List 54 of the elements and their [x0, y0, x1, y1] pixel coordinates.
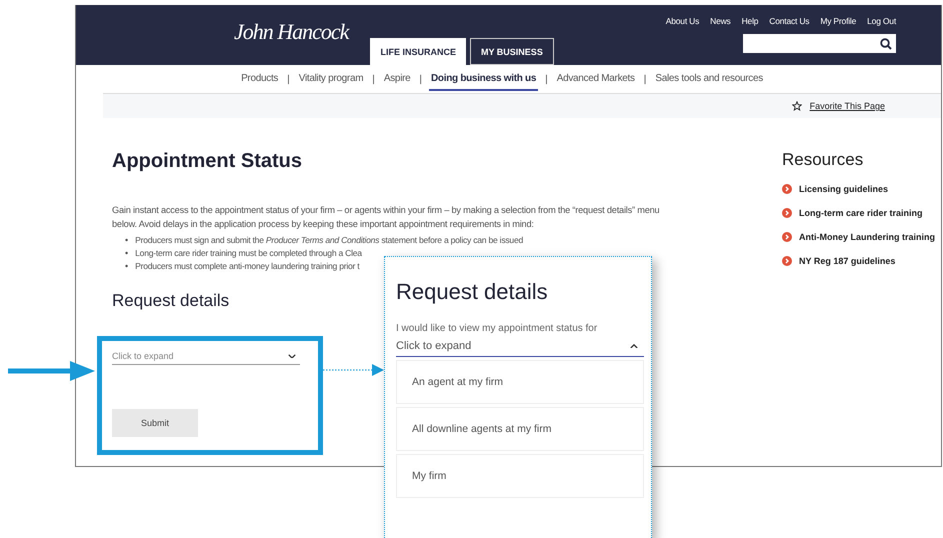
- chevron-right-icon: [782, 208, 792, 218]
- top-link[interactable]: Log Out: [867, 16, 896, 26]
- field-label: I would like to view my appointment status for: [396, 323, 598, 334]
- nav-link[interactable]: Doing business with us: [429, 67, 538, 91]
- resource-link[interactable]: Long-term care rider training: [782, 208, 935, 218]
- separator: |: [287, 74, 290, 84]
- link-label: Licensing guidelines: [799, 184, 888, 194]
- resource-link[interactable]: Licensing guidelines: [782, 184, 935, 194]
- caret-icon: [288, 354, 296, 358]
- bullet-marker: •: [125, 235, 128, 245]
- requirement-item: Long-term care rider training must be completed through a Clea: [135, 247, 362, 260]
- nav-link[interactable]: Products: [239, 67, 280, 91]
- dropdown-option[interactable]: An agent at my firm: [396, 360, 644, 404]
- intro-paragraph: Gain instant access to the appointment status of your firm – or agents within your firm – by making a selection from the “request details” menu below. Avoid delays in the application process by keeping these important appointment requirements in mind:: [112, 204, 660, 231]
- link-label: Long-term care rider training: [799, 208, 923, 218]
- submit-button[interactable]: Submit: [112, 409, 198, 437]
- favorite-link[interactable]: Favorite This Page: [810, 101, 885, 111]
- section-heading: Resources: [782, 150, 864, 170]
- chevron-right-icon: [782, 232, 792, 242]
- top-link[interactable]: About Us: [666, 16, 700, 26]
- nav-link[interactable]: Vitality program: [296, 67, 366, 91]
- chevron-right-icon: [782, 184, 792, 194]
- nav-link[interactable]: Sales tools and resources: [653, 67, 765, 91]
- select-field[interactable]: Click to expand: [112, 351, 300, 365]
- separator: |: [545, 74, 548, 84]
- page-title: Appointment Status: [112, 150, 303, 173]
- separator: |: [419, 74, 422, 84]
- separator: |: [372, 74, 375, 84]
- nav-link[interactable]: Aspire: [382, 67, 412, 91]
- nav-link[interactable]: Advanced Markets: [554, 67, 637, 91]
- resource-link[interactable]: NY Reg 187 guidelines: [782, 256, 935, 266]
- top-link[interactable]: News: [710, 16, 731, 26]
- search-field[interactable]: [743, 34, 896, 53]
- tab[interactable]: LIFE INSURANCE: [370, 38, 466, 65]
- top-link[interactable]: Help: [742, 16, 758, 26]
- bullet-marker: •: [125, 261, 128, 271]
- section-heading: Request details: [396, 279, 549, 305]
- section-heading: Request details: [112, 291, 230, 311]
- requirement-item: Producers must sign and submit the Producer Terms and Conditions statement before a policy can be issued: [135, 234, 524, 247]
- search-icon: [880, 38, 892, 50]
- logo: John Hancock: [234, 19, 348, 46]
- dropdown-option[interactable]: My firm: [396, 454, 644, 498]
- link-label: NY Reg 187 guidelines: [799, 256, 896, 266]
- top-link[interactable]: My Profile: [820, 16, 856, 26]
- dropdown-option[interactable]: All downline agents at my firm: [396, 407, 644, 451]
- star-icon: [792, 101, 802, 111]
- chevron-right-icon: [782, 256, 792, 266]
- caret-icon: [630, 344, 638, 348]
- top-link[interactable]: Contact Us: [769, 16, 810, 26]
- separator: |: [644, 74, 646, 84]
- bullet-marker: •: [125, 248, 128, 258]
- select-field[interactable]: Click to expand: [396, 340, 644, 357]
- requirement-item: Producers must complete anti-money laundering training prior t: [135, 260, 360, 273]
- tab[interactable]: MY BUSINESS: [470, 38, 554, 65]
